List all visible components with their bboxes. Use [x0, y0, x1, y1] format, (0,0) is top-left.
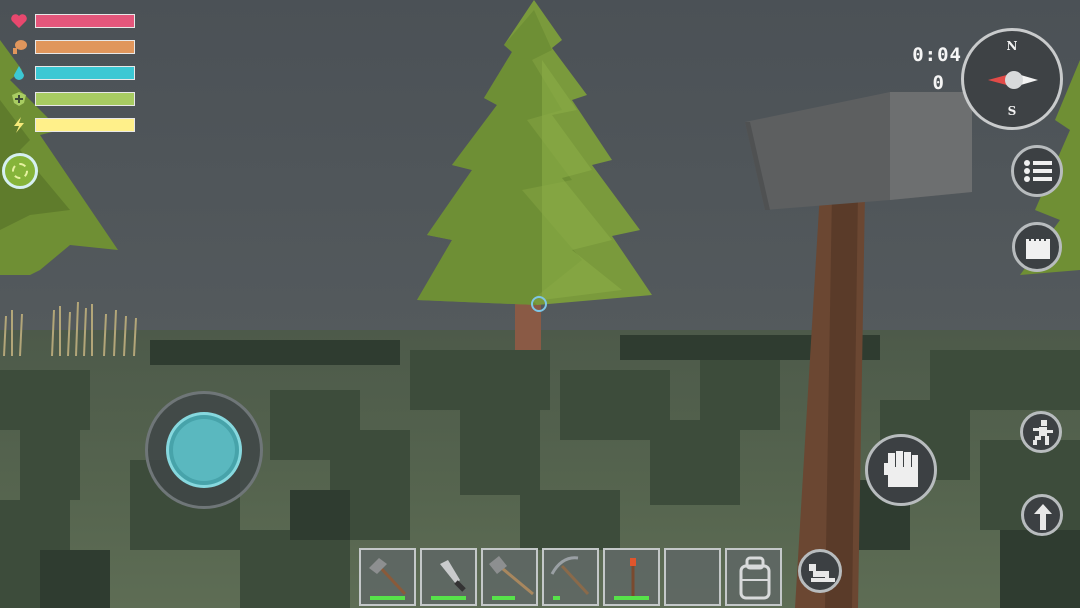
compass-needle-icon: [988, 71, 1038, 89]
compass-south-label: S: [1007, 104, 1017, 118]
fist-icon: [884, 451, 918, 487]
durability-bar: [614, 596, 649, 600]
hotbar-slot-hammer[interactable]: [359, 548, 416, 606]
hunger-stat: [8, 38, 138, 56]
shield-plus-icon: [12, 92, 26, 106]
backpack-icon: [739, 556, 771, 600]
hotbar-slot-axe[interactable]: [481, 548, 538, 606]
hotbar-slot-torch[interactable]: [603, 548, 660, 606]
thirst-bar: [35, 66, 135, 80]
movement-joystick[interactable]: [145, 391, 263, 509]
hotbar-slot-knife[interactable]: [420, 548, 477, 606]
durability-bar: [431, 596, 466, 600]
joystick-icon[interactable]: [173, 419, 235, 481]
day-counter: 0: [932, 72, 944, 94]
hammer-icon: [369, 558, 407, 596]
crafting-button[interactable]: [1012, 222, 1062, 272]
hotbar-slot-empty[interactable]: [664, 548, 721, 606]
lightning-icon: [14, 117, 24, 133]
heart-icon: [11, 14, 27, 28]
pickaxe-icon: [550, 556, 590, 596]
energy-bar: [35, 118, 135, 132]
hunger-bar: [35, 40, 135, 54]
time-panel: 0:04 0: [906, 44, 962, 102]
durability-bar: [492, 596, 515, 600]
durability-bar: [370, 596, 405, 600]
energy-stat: [8, 116, 138, 134]
durability-bar: [553, 596, 560, 600]
knife-icon: [440, 560, 466, 592]
crouch-icon: [809, 564, 835, 582]
running-man-icon: [1033, 420, 1053, 445]
sprint-button[interactable]: [1020, 411, 1062, 453]
hotbar-slot-pickaxe[interactable]: [542, 548, 599, 606]
health-stat: [8, 12, 138, 30]
brain-icon[interactable]: [2, 153, 38, 189]
armor-stat: [8, 90, 138, 108]
torch-icon: [630, 558, 636, 596]
crosshair: [531, 296, 547, 312]
up-arrow-icon: [1034, 504, 1052, 530]
thirst-stat: [8, 64, 138, 82]
clipboard-icon: [1026, 236, 1050, 259]
compass: N S: [961, 28, 1063, 130]
attack-button[interactable]: [865, 434, 937, 506]
hotbar-slot-backpack[interactable]: [725, 548, 782, 606]
game-clock: 0:04: [912, 44, 962, 66]
compass-north-label: N: [1006, 39, 1018, 53]
jump-button[interactable]: [1021, 494, 1063, 536]
pine-tree: [417, 0, 652, 365]
water-drop-icon: [14, 66, 24, 80]
armor-bar: [35, 92, 135, 106]
health-bar: [35, 14, 135, 28]
crouch-button[interactable]: [798, 549, 842, 593]
list-menu-icon: [1024, 160, 1052, 182]
axe-icon: [489, 556, 534, 596]
held-hammer: [745, 92, 972, 608]
drumstick-icon: [13, 40, 27, 54]
menu-button[interactable]: [1011, 145, 1063, 197]
